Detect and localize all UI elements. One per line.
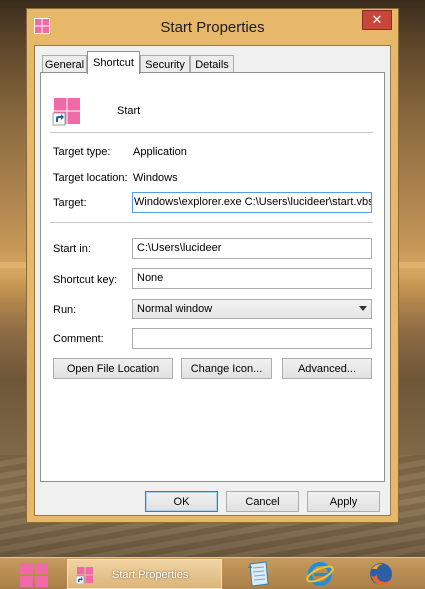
- shortcut-file-icon: [52, 98, 80, 126]
- run-select-value: Normal window: [137, 303, 213, 315]
- target-location-value: Windows: [133, 172, 178, 184]
- cancel-button[interactable]: Cancel: [226, 491, 299, 512]
- tab-details[interactable]: Details: [190, 55, 234, 73]
- run-label: Run:: [53, 304, 77, 316]
- shortcut-name: Start: [117, 105, 141, 117]
- notepad-icon[interactable]: [242, 560, 272, 588]
- advanced-button[interactable]: Advanced...: [282, 358, 372, 379]
- firefox-icon[interactable]: [366, 560, 396, 588]
- title-bar[interactable]: Start Properties ✕: [27, 9, 398, 45]
- taskbar-item-start-properties[interactable]: Start Properties: [67, 559, 222, 589]
- dialog-client-area: General Shortcut Security Details Start …: [34, 45, 391, 516]
- ok-button[interactable]: OK: [145, 491, 218, 512]
- tab-security[interactable]: Security: [140, 55, 190, 73]
- comment-label: Comment:: [53, 333, 104, 345]
- target-location-label: Target location:: [53, 172, 128, 184]
- target-type-label: Target type:: [53, 146, 111, 158]
- chevron-down-icon: [359, 306, 367, 311]
- windows-start-icon[interactable]: [18, 561, 50, 589]
- start-in-label: Start in:: [53, 243, 91, 255]
- apply-button[interactable]: Apply: [307, 491, 380, 512]
- run-select[interactable]: Normal window: [132, 299, 372, 319]
- window-title: Start Properties: [160, 19, 265, 36]
- tab-shortcut[interactable]: Shortcut: [87, 51, 140, 74]
- shortcut-app-icon: [76, 567, 93, 584]
- separator: [50, 222, 373, 223]
- target-input[interactable]: Windows\explorer.exe C:\Users\lucideer\s…: [132, 192, 372, 213]
- open-file-location-button[interactable]: Open File Location: [53, 358, 173, 379]
- close-button[interactable]: ✕: [362, 10, 392, 30]
- comment-input[interactable]: [132, 328, 372, 349]
- close-icon: ✕: [371, 12, 383, 27]
- change-icon-button[interactable]: Change Icon...: [181, 358, 272, 379]
- shortcut-key-label: Shortcut key:: [53, 274, 118, 286]
- target-type-value: Application: [133, 146, 187, 158]
- shortcut-tab-panel: Start Target type: Application Target lo…: [40, 72, 385, 482]
- tab-general[interactable]: General: [42, 55, 87, 73]
- properties-window: Start Properties ✕ General Shortcut Secu…: [26, 8, 399, 523]
- taskbar: Start Properties: [0, 557, 425, 589]
- target-label: Target:: [53, 197, 87, 209]
- internet-explorer-icon[interactable]: [305, 560, 335, 588]
- shortcut-key-input[interactable]: None: [132, 268, 372, 289]
- separator: [50, 132, 373, 133]
- taskbar-item-label: Start Properties: [112, 569, 189, 581]
- start-in-input[interactable]: C:\Users\lucideer: [132, 238, 372, 259]
